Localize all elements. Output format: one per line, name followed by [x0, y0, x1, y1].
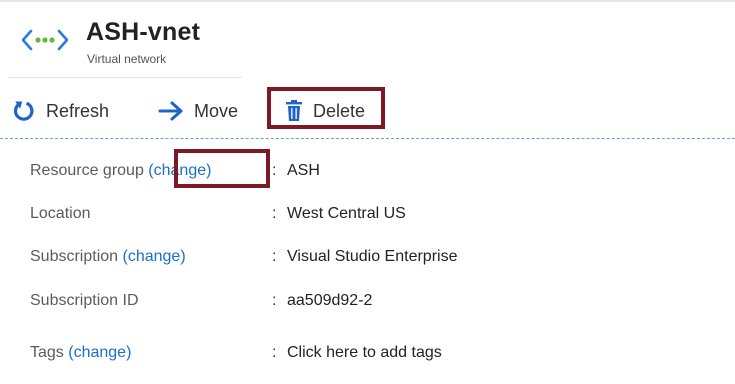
tags-colon: :: [272, 344, 277, 361]
page-subtitle: Virtual network: [87, 52, 167, 66]
refresh-button[interactable]: Refresh: [12, 86, 109, 136]
location-colon: :: [272, 205, 277, 222]
location-value: West Central US: [287, 205, 406, 222]
tags-row: Tags (change) : Click here to add tags: [0, 332, 735, 372]
subscription-id-colon: :: [272, 292, 277, 309]
subscription-change-link[interactable]: (change): [123, 248, 186, 265]
delete-highlight-box: [267, 87, 385, 129]
resource-group-row: Resource group (change) : ASH: [0, 150, 735, 190]
move-label: Move: [194, 100, 239, 121]
location-row: Location : West Central US: [0, 193, 735, 233]
resource-group-colon: :: [272, 162, 277, 179]
toolbar-separator: [0, 138, 735, 139]
refresh-icon: [13, 101, 34, 121]
change-highlight-box: [174, 149, 270, 188]
refresh-label: Refresh: [46, 100, 110, 121]
subscription-id-row: Subscription ID : aa509d92-2: [0, 280, 735, 320]
location-key: Location: [30, 205, 91, 222]
subscription-key: Subscription (change): [30, 248, 186, 265]
arrow-right-icon: [158, 101, 183, 121]
tags-change-link[interactable]: (change): [68, 344, 131, 361]
header-underline: [8, 77, 242, 78]
subscription-row: Subscription (change) : Visual Studio En…: [0, 236, 735, 276]
subscription-colon: :: [272, 248, 277, 265]
subscription-value-link[interactable]: Visual Studio Enterprise: [287, 248, 457, 266]
vnet-icon: [21, 29, 69, 51]
move-button[interactable]: Move: [158, 86, 238, 136]
subscription-id-value: aa509d92-2: [287, 292, 373, 309]
page-title: ASH-vnet: [86, 18, 201, 46]
add-tags-link[interactable]: Click here to add tags: [287, 344, 442, 362]
tags-key: Tags (change): [30, 344, 132, 361]
resource-header: ASH-vnet Virtual network: [0, 0, 735, 80]
subscription-id-key: Subscription ID: [30, 292, 139, 309]
resource-group-value-link[interactable]: ASH: [287, 162, 320, 180]
